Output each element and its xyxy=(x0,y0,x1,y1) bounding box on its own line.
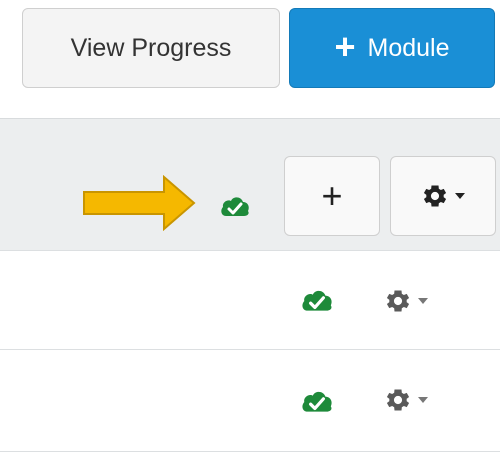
add-module-label: Module xyxy=(367,33,450,62)
item-settings-button[interactable] xyxy=(384,285,444,317)
cloud-check-icon[interactable] xyxy=(300,287,334,313)
cloud-check-icon[interactable] xyxy=(300,388,334,414)
view-progress-label: View Progress xyxy=(70,33,232,62)
item-settings-button[interactable] xyxy=(384,384,444,416)
chevron-down-icon xyxy=(418,397,428,403)
gear-icon xyxy=(386,290,410,312)
cloud-check-icon xyxy=(221,197,249,216)
list-item xyxy=(0,250,500,350)
add-module-button[interactable]: + Module xyxy=(289,8,495,88)
gear-icon xyxy=(386,389,410,411)
list-item xyxy=(0,350,500,452)
chevron-down-icon xyxy=(455,193,465,199)
plus-icon: + xyxy=(334,25,356,67)
chevron-down-icon xyxy=(418,298,428,304)
add-item-button[interactable]: + xyxy=(284,156,380,236)
gear-icon xyxy=(423,185,447,207)
module-settings-button[interactable] xyxy=(390,156,496,236)
view-progress-button[interactable]: View Progress xyxy=(22,8,280,88)
add-item-plus: + xyxy=(321,175,343,216)
annotation-arrow-icon xyxy=(83,175,196,231)
page: View Progress + Module + xyxy=(0,0,500,458)
